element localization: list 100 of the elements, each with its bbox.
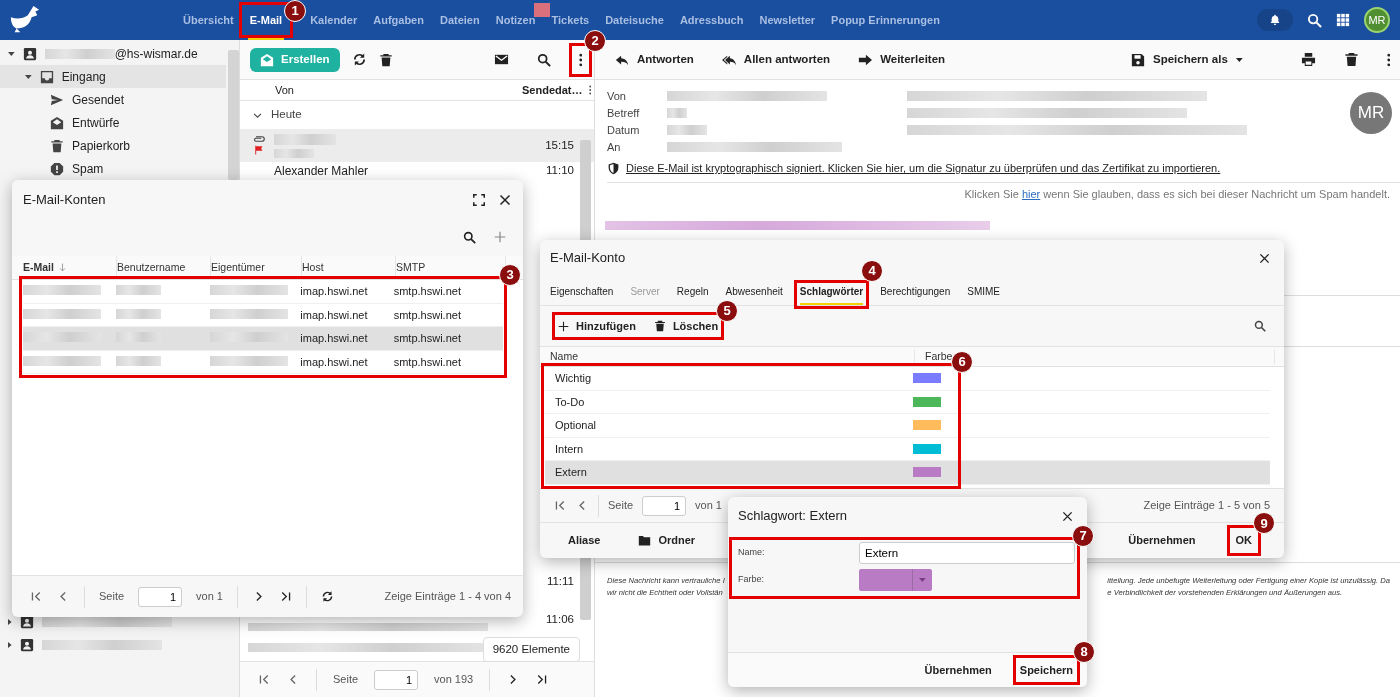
caret-icon[interactable] — [25, 74, 32, 79]
table-row[interactable]: To-Do — [545, 390, 957, 414]
nav-tab[interactable]: Dateisuche — [603, 6, 666, 34]
first-page-icon[interactable] — [30, 590, 43, 603]
folders-button[interactable]: Ordner — [638, 532, 696, 549]
table-row[interactable]: imap.hswi.net smtp.hswi.net — [23, 350, 503, 374]
redacted-text — [116, 308, 162, 319]
folder-item[interactable]: Gesendet — [0, 88, 226, 111]
page-field[interactable]: 1 — [138, 586, 183, 607]
apply-button[interactable]: Übernehmen — [1128, 532, 1196, 549]
trash-icon[interactable] — [378, 52, 393, 67]
message-row[interactable]: Alexander Mahler 11:10 — [240, 162, 594, 180]
column-header[interactable]: E-Mail — [23, 259, 54, 276]
apply-button[interactable]: Übernehmen — [924, 661, 992, 679]
nav-tab[interactable]: Kalender — [308, 6, 360, 34]
dialog-title: Schlagwort: Extern — [738, 507, 848, 526]
add-button[interactable]: Hinzufügen — [558, 317, 636, 335]
message-time: 11:10 — [546, 163, 574, 179]
refresh-icon[interactable] — [351, 52, 367, 67]
last-page-icon[interactable] — [535, 673, 549, 686]
nav-tab[interactable]: E-Mail — [247, 6, 285, 34]
table-cell: To-Do — [555, 395, 585, 408]
dialog-tab[interactable]: Schlagwörter — [799, 284, 864, 305]
close-icon[interactable] — [1259, 252, 1270, 264]
save-as-button[interactable]: Speichern als — [1131, 50, 1243, 69]
dialog-tab[interactable]: Berechtigungen — [880, 284, 951, 305]
close-icon[interactable] — [1062, 510, 1073, 522]
color-picker[interactable] — [859, 569, 932, 591]
caret-icon[interactable] — [8, 618, 12, 625]
nav-tab[interactable]: Notizen — [493, 6, 538, 34]
column-header[interactable]: Sendedat… — [522, 81, 583, 99]
mail-icon[interactable] — [493, 52, 509, 67]
folder-item[interactable]: Papierkorb — [0, 134, 226, 157]
search-icon[interactable] — [1254, 320, 1266, 332]
flag-icon[interactable] — [254, 145, 264, 155]
scrollbar[interactable] — [228, 50, 239, 180]
table-row[interactable]: Optional — [545, 414, 957, 438]
delete-button[interactable]: Löschen — [653, 317, 719, 335]
nav-tab[interactable]: Übersicht — [181, 6, 236, 34]
caret-icon[interactable] — [8, 641, 12, 648]
caret-icon[interactable] — [8, 52, 15, 56]
notifications-button[interactable] — [1257, 9, 1293, 31]
reply-all-button[interactable]: Allen antworten — [721, 50, 831, 69]
folder-item[interactable]: Spam — [0, 157, 226, 180]
nav-tab[interactable]: Popup Erinnerungen — [829, 6, 942, 34]
trash-icon[interactable] — [1343, 52, 1359, 67]
search-icon[interactable] — [536, 52, 551, 67]
more-icon[interactable] — [578, 52, 582, 67]
save-button[interactable]: Speichern — [1019, 661, 1073, 679]
column-header[interactable]: Eigentümer — [211, 259, 265, 276]
column-header[interactable]: SMTP — [396, 259, 426, 276]
folder-item[interactable]: Entwürfe — [0, 111, 226, 134]
column-header[interactable]: Farbe — [925, 349, 953, 362]
column-header[interactable]: Name — [550, 349, 578, 362]
aliases-button[interactable]: Aliase — [568, 532, 601, 549]
page-field[interactable]: 1 — [642, 495, 687, 516]
user-avatar[interactable]: MR — [1364, 7, 1390, 33]
forward-icon — [858, 52, 873, 67]
last-page-icon[interactable] — [279, 590, 292, 603]
column-header[interactable]: Host — [302, 259, 324, 276]
search-icon[interactable] — [1307, 12, 1322, 28]
dialog-title: E-Mail-Konten — [23, 191, 106, 210]
nav-tab[interactable]: Dateien — [437, 6, 482, 34]
column-header[interactable]: Benutzername — [117, 259, 186, 276]
fullscreen-icon[interactable] — [473, 194, 485, 206]
table-row[interactable]: imap.hswi.net smtp.hswi.net — [23, 327, 503, 351]
table-cell: smtp.hswi.net — [393, 285, 461, 298]
folder-item[interactable]: Eingang — [0, 65, 226, 88]
apps-grid-icon[interactable] — [1336, 13, 1350, 27]
more-icon[interactable] — [1386, 52, 1390, 67]
name-field[interactable]: Extern — [859, 542, 1075, 564]
nav-tab[interactable]: Newsletter — [757, 6, 818, 34]
refresh-icon[interactable] — [321, 590, 334, 603]
reply-button[interactable]: Antworten — [615, 50, 694, 69]
table-cell: imap.hswi.net — [300, 332, 368, 345]
first-page-icon[interactable] — [258, 673, 271, 686]
forward-button[interactable]: Weiterleiten — [858, 50, 946, 69]
spam-link[interactable]: hier — [1021, 187, 1041, 200]
page-label: Seite — [333, 672, 359, 688]
print-icon[interactable] — [1300, 52, 1316, 67]
close-icon[interactable] — [499, 194, 511, 206]
page-count: von 1 — [196, 589, 223, 605]
page-field[interactable]: 1 — [374, 669, 419, 690]
caret-icon — [1235, 57, 1243, 62]
column-menu-icon[interactable] — [588, 85, 591, 95]
field-label: Farbe: — [738, 573, 765, 587]
nav-tab[interactable]: Aufgaben — [371, 6, 426, 34]
ok-button[interactable]: OK — [1233, 532, 1254, 549]
dialog-tab[interactable]: Regeln — [676, 284, 709, 305]
table-row[interactable]: Extern — [545, 461, 957, 485]
message-row[interactable]: 15:15 — [240, 129, 594, 162]
dialog-tab[interactable]: SMIME — [967, 284, 1000, 305]
table-row[interactable]: imap.hswi.net smtp.hswi.net — [23, 280, 503, 304]
table-row[interactable]: Wichtig — [545, 367, 957, 391]
redacted-badge — [534, 3, 550, 17]
signature-link[interactable]: Diese E-Mail ist kryptographisch signiert. Klicken Sie hier, um die Signatur zu überprüfen und das Zertifikat zu importieren. — [626, 160, 1221, 177]
search-icon[interactable] — [463, 230, 476, 244]
dialog-tab[interactable]: Eigenschaften — [550, 284, 614, 305]
first-page-icon[interactable] — [554, 499, 567, 512]
nav-tab[interactable]: Adressbuch — [677, 6, 746, 34]
